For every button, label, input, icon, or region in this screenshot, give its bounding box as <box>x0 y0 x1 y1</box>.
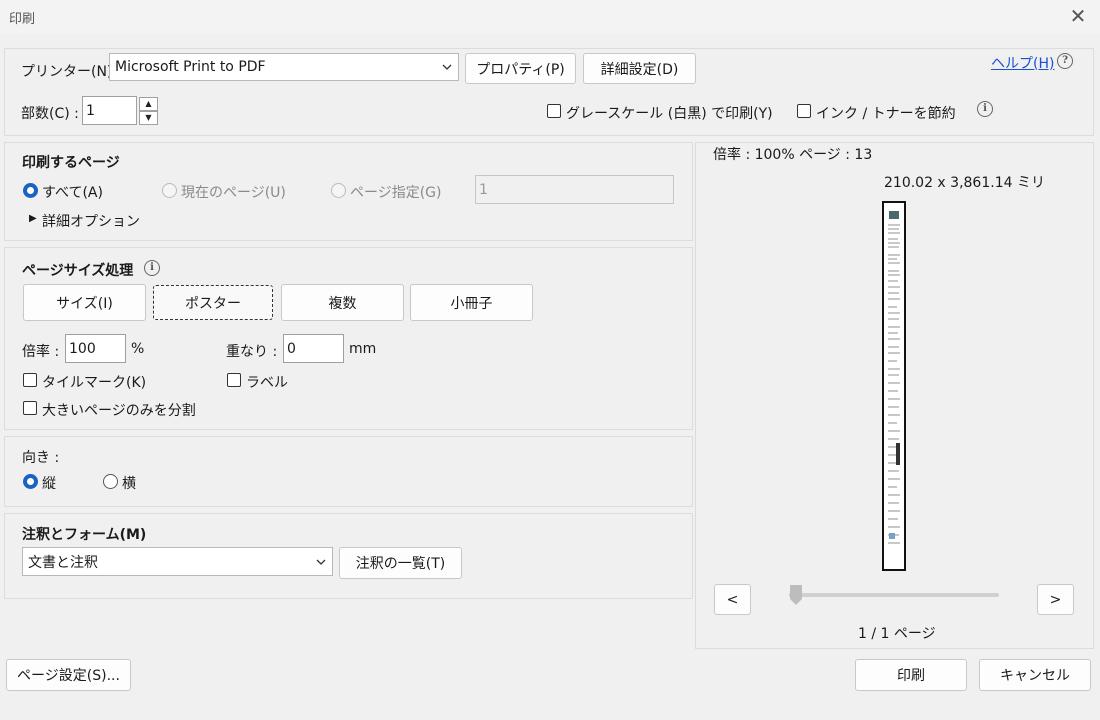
scale-input[interactable]: 100 <box>65 334 126 363</box>
tile-marks-checkbox[interactable] <box>23 373 37 387</box>
overlap-input[interactable]: 0 <box>283 334 344 363</box>
tile-marks-label: タイルマーク(K) <box>42 375 147 391</box>
overlap-label: 重なり : <box>226 344 278 360</box>
printer-select[interactable]: Microsoft Print to PDF <box>109 53 459 81</box>
cancel-button[interactable]: キャンセル <box>979 659 1091 691</box>
chevron-down-icon <box>315 556 327 571</box>
pages-heading: 印刷するページ <box>22 155 120 171</box>
question-circle-icon[interactable]: ? <box>1057 53 1073 69</box>
comments-forms-selected-value: 文書と注釈 <box>28 554 98 571</box>
scale-unit: % <box>131 341 145 357</box>
portrait-label: 縦 <box>42 476 56 492</box>
info-circle-icon[interactable]: i <box>144 260 160 276</box>
current-page-radio[interactable] <box>162 183 177 198</box>
next-page-button[interactable]: > <box>1037 584 1074 615</box>
chevron-down-icon <box>441 61 453 76</box>
save-ink-checkbox[interactable] <box>797 104 811 118</box>
overlap-unit: mm <box>349 341 377 357</box>
copies-up-button[interactable]: ▲ <box>139 97 158 111</box>
triangle-right-icon[interactable]: ▶ <box>29 213 37 224</box>
preview-page-content <box>888 211 900 544</box>
labels-checkbox[interactable] <box>227 373 241 387</box>
scale-label: 倍率 : <box>22 344 60 360</box>
printer-selected-value: Microsoft Print to PDF <box>115 59 266 75</box>
grayscale-label: グレースケール (白黒) で印刷(Y) <box>566 106 773 122</box>
page-range-input[interactable]: 1 <box>475 175 674 204</box>
landscape-radio[interactable] <box>103 474 118 489</box>
advanced-button[interactable]: 詳細設定(D) <box>583 53 696 84</box>
portrait-radio[interactable] <box>23 474 38 489</box>
save-ink-label: インク / トナーを節約 <box>816 106 956 122</box>
tab-size[interactable]: サイズ(I) <box>23 284 146 321</box>
all-pages-radio[interactable] <box>23 183 38 198</box>
page-range-label: ページ指定(G) <box>350 185 442 201</box>
all-pages-label: すべて(A) <box>42 185 103 201</box>
title-bar <box>0 0 1100 34</box>
large-pages-only-checkbox[interactable] <box>23 401 37 415</box>
copies-down-button[interactable]: ▼ <box>139 111 158 125</box>
window-title: 印刷 <box>9 12 36 27</box>
landscape-label: 横 <box>122 476 136 492</box>
current-page-label: 現在のページ(U) <box>181 185 286 201</box>
comments-forms-select[interactable]: 文書と注釈 <box>22 547 333 576</box>
prev-page-button[interactable]: < <box>714 584 751 615</box>
page-sizing-heading: ページサイズ処理 <box>22 263 134 279</box>
orientation-heading: 向き : <box>22 450 60 466</box>
info-circle-icon[interactable]: i <box>977 101 993 117</box>
page-setup-button[interactable]: ページ設定(S)... <box>6 659 131 691</box>
large-pages-only-label: 大きいページのみを分割 <box>42 403 196 419</box>
tab-multiple[interactable]: 複数 <box>281 284 404 321</box>
preview-dimensions: 210.02 x 3,861.14 ミリ <box>884 175 1045 191</box>
grayscale-checkbox[interactable] <box>547 104 561 118</box>
preview-scale-info: 倍率 : 100% ページ : 13 <box>713 147 873 163</box>
copies-label: 部数(C) : <box>21 106 79 122</box>
labels-label: ラベル <box>246 375 288 391</box>
page-counter: 1 / 1 ページ <box>858 626 936 642</box>
more-options-label[interactable]: 詳細オプション <box>42 211 140 231</box>
tab-poster[interactable]: ポスター <box>153 285 273 320</box>
orientation-panel <box>4 436 693 507</box>
tab-booklet[interactable]: 小冊子 <box>410 284 533 321</box>
preview-page-thumbnail <box>882 201 906 571</box>
close-icon[interactable]: ✕ <box>1066 3 1090 29</box>
printer-label: プリンター(N) : <box>21 64 122 80</box>
print-button[interactable]: 印刷 <box>855 659 967 691</box>
comments-forms-heading: 注釈とフォーム(M) <box>22 527 147 543</box>
page-slider-track[interactable] <box>789 593 999 597</box>
summarize-comments-button[interactable]: 注釈の一覧(T) <box>339 547 462 579</box>
help-link[interactable]: ヘルプ(H) <box>991 53 1054 73</box>
page-range-radio[interactable] <box>331 183 346 198</box>
properties-button[interactable]: プロパティ(P) <box>465 53 576 84</box>
copies-input[interactable]: 1 <box>82 96 137 125</box>
